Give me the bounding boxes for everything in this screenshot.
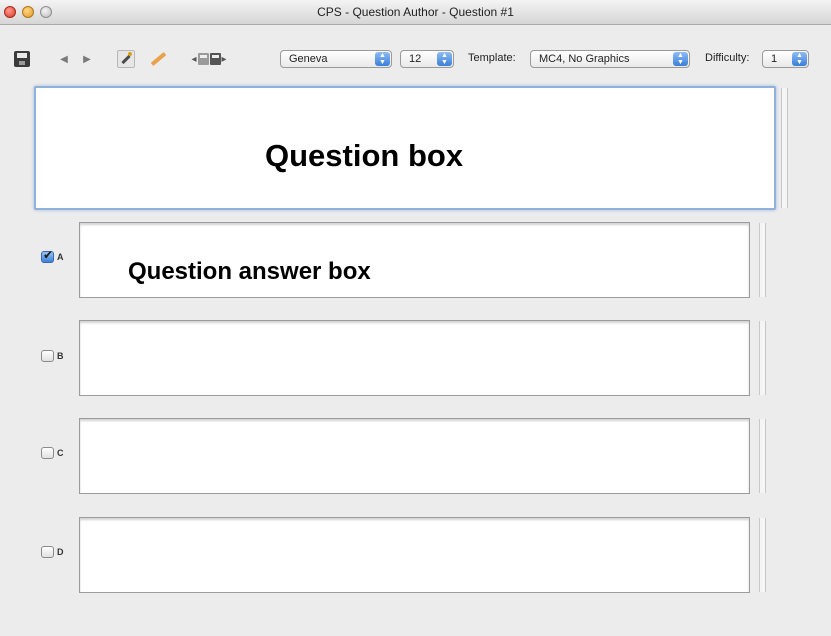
answer-c-letter: C — [57, 448, 64, 458]
magic-wand-icon — [117, 50, 135, 68]
title-bar: CPS - Question Author - Question #1 — [0, 0, 831, 25]
answer-b-scrollbar[interactable] — [759, 321, 766, 395]
answer-d-letter: D — [57, 547, 64, 557]
answer-c-correct-checkbox[interactable] — [41, 447, 54, 459]
answer-a-letter: A — [57, 252, 64, 262]
popup-arrows-icon: ▲ ▼ — [673, 52, 688, 66]
save-navigate-button[interactable]: ◂ ▸ — [178, 50, 240, 68]
answer-row-c: C — [0, 418, 831, 498]
edit-button[interactable] — [148, 50, 168, 68]
answer-d-text-area[interactable] — [79, 517, 766, 593]
previous-question-button[interactable]: ◀ — [57, 50, 71, 68]
window-title: CPS - Question Author - Question #1 — [317, 5, 514, 19]
save-prev-next-icon: ◂ ▸ — [191, 53, 227, 65]
answer-a-correct-checkbox[interactable] — [41, 248, 54, 263]
difficulty-select[interactable]: 1 ▲ ▼ — [762, 50, 809, 68]
save-button[interactable] — [14, 50, 30, 68]
answer-box-label: Question answer box — [128, 258, 371, 285]
popup-arrows-icon: ▲ ▼ — [437, 52, 452, 66]
question-scrollbar[interactable] — [781, 88, 788, 208]
answer-b-text-area[interactable] — [79, 320, 766, 396]
pencil-icon — [149, 50, 167, 68]
answer-c-scrollbar[interactable] — [759, 419, 766, 493]
answer-b-letter: B — [57, 351, 64, 361]
answer-row-d: D — [0, 517, 831, 597]
answer-a-scrollbar[interactable] — [759, 223, 766, 297]
answer-d-scrollbar[interactable] — [759, 518, 766, 592]
save-icon — [14, 51, 30, 67]
back-arrow-icon: ◀ — [60, 53, 68, 65]
popup-arrows-icon: ▲ ▼ — [375, 52, 390, 66]
template-select[interactable]: MC4, No Graphics ▲ ▼ — [530, 50, 690, 68]
answer-row-b: B — [0, 320, 831, 400]
difficulty-label: Difficulty: — [705, 52, 750, 64]
next-question-button[interactable]: ▶ — [80, 50, 94, 68]
answer-c-text-area[interactable] — [79, 418, 766, 494]
answer-d-correct-checkbox[interactable] — [41, 546, 54, 558]
font-size-select[interactable]: 12 ▲ ▼ — [400, 50, 454, 68]
font-select[interactable]: Geneva ▲ ▼ — [280, 50, 392, 68]
answer-b-correct-checkbox[interactable] — [41, 350, 54, 362]
template-label: Template: — [468, 52, 516, 64]
wizard-button[interactable] — [117, 50, 135, 68]
popup-arrows-icon: ▲ ▼ — [792, 52, 807, 66]
forward-arrow-icon: ▶ — [83, 53, 91, 65]
question-box-label: Question box — [265, 138, 464, 173]
answer-row-a: A — [0, 222, 831, 302]
